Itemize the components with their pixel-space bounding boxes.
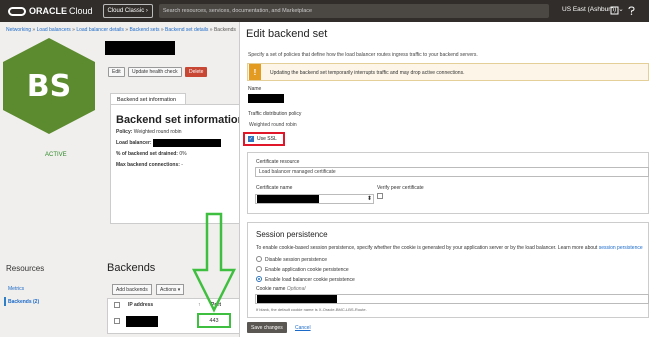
port-cell-highlight: 443 [197,313,231,328]
breadcrumb-backends: Backends [213,27,236,33]
oracle-mark-icon [8,6,26,16]
radio-disable-persistence[interactable] [256,256,262,262]
col-ip-address[interactable]: IP address [128,302,153,308]
info-title: Backend set information [116,114,245,126]
resources-backends-link[interactable]: Backends (2) [8,299,39,305]
max-conn-value: - [181,162,183,168]
actions-dropdown[interactable]: Actions ▾ [156,284,185,295]
brand-name: ORACLE [29,6,67,16]
panel-title: Edit backend set [246,28,328,40]
redacted-lb-name [153,139,221,147]
max-conn-label: Max backend connections: [116,162,180,168]
cert-resource-label: Certificate resource [256,159,300,165]
cert-resource-value: Load balancer managed certificate [259,169,336,175]
policy-label: Policy: [116,129,133,135]
search-placeholder: Search resources, services, documentatio… [162,8,313,14]
policy-field-label: Traffic distribution policy [248,111,302,117]
brand-sub: Cloud [69,6,93,16]
port-value: 443 [209,317,219,324]
cloud-classic-button[interactable]: Cloud Classic › [102,4,153,18]
cancel-link[interactable]: Cancel [295,325,311,331]
session-title: Session persistence [256,230,328,239]
session-description: To enable cookie-based session persisten… [256,245,643,251]
opt-disable-label: Disable session persistence [265,257,327,263]
redacted-cert-name [257,195,319,203]
warning-text: Updating the backend set temporarily int… [270,70,465,76]
lb-label: Load balancer: [116,140,152,146]
add-backends-button[interactable]: Add backends [112,284,152,295]
stepper-icon[interactable]: ⬍ [367,195,372,202]
oracle-logo[interactable]: ORACLE Cloud [8,6,93,16]
cookie-help: If blank, the default cookie name is X-O… [256,307,367,312]
cert-name-label: Certificate name [256,185,293,191]
breadcrumb-lb-details[interactable]: Load balancer details [76,27,124,33]
delete-button[interactable]: Delete [185,67,208,77]
cookie-optional: Optional [286,286,306,292]
opt-lb-label: Enable load balancer cookie persistence [265,277,355,283]
backends-title: Backends [107,262,156,274]
breadcrumb-backend-sets[interactable]: Backend sets [129,27,159,33]
breadcrumb: Networking » Load balancers » Load balan… [6,27,236,33]
session-learn-more-link[interactable]: session persistence [599,245,643,251]
backend-set-hex-badge: BS [3,38,95,134]
search-input[interactable]: Search resources, services, documentatio… [158,4,549,18]
use-ssl-label: Use SSL [257,136,277,142]
ssl-section [247,152,649,214]
row-checkbox[interactable] [114,318,120,324]
cloud-classic-label: Cloud Classic [107,8,145,14]
redacted-cookie-name [257,295,337,303]
cert-resource-select[interactable]: Load balancer managed certificate [255,167,649,177]
update-health-check-button[interactable]: Update health check [128,67,182,77]
help-icon[interactable] [626,5,637,16]
use-ssl-checkbox[interactable]: ✓ [248,136,254,142]
redacted-ip [126,316,158,327]
policy-value: Weighted round robin [133,129,182,135]
name-label: Name [248,86,262,92]
top-bar: ORACLE Cloud Cloud Classic › Search reso… [0,0,649,22]
verify-peer-checkbox[interactable] [377,193,383,199]
select-all-checkbox[interactable] [114,302,120,308]
breadcrumb-networking[interactable]: Networking [6,27,31,33]
notifications-icon[interactable] [609,5,620,16]
redacted-name-input [248,94,284,103]
verify-peer-label: Verify peer certificate [377,185,424,191]
active-indicator [4,297,6,306]
resources-title: Resources [6,264,45,273]
warning-icon: ! [249,64,261,80]
drained-row: % of backend set drained: 0% [116,151,187,157]
badge-initials: BS [26,68,72,104]
chevron-right-icon: › [145,8,148,14]
cookie-name-label: Cookie name Optional [256,286,305,292]
status-label: ACTIVE [45,152,67,158]
radio-app-cookie[interactable] [256,266,262,272]
opt-app-label: Enable application cookie persistence [265,267,349,273]
session-desc-text: To enable cookie-based session persisten… [256,245,598,251]
save-changes-button[interactable]: Save changes [247,322,287,333]
caret-down-icon: ▾ [177,286,181,293]
actions-label: Actions [160,286,177,293]
breadcrumb-backend-set-details[interactable]: Backend set details [165,27,208,33]
redacted-title [105,41,175,55]
cookie-label-text: Cookie name [256,286,286,292]
policy-field-value[interactable]: Weighted round robin [249,122,297,128]
radio-lb-cookie[interactable] [256,276,262,282]
policy-row: Policy: Weighted round robin [116,129,182,135]
drained-label: % of backend set drained: [116,151,178,157]
resources-metrics-link[interactable]: Metrics [8,286,24,292]
annotation-arrow-icon [191,212,237,313]
breadcrumb-load-balancers[interactable]: Load balancers [37,27,71,33]
drained-value: 0% [179,151,187,157]
edit-button[interactable]: Edit [108,67,125,77]
lb-row: Load balancer: [116,140,152,146]
max-conn-row: Max backend connections: - [116,162,183,168]
panel-description: Specify a set of policies that define ho… [248,52,478,58]
